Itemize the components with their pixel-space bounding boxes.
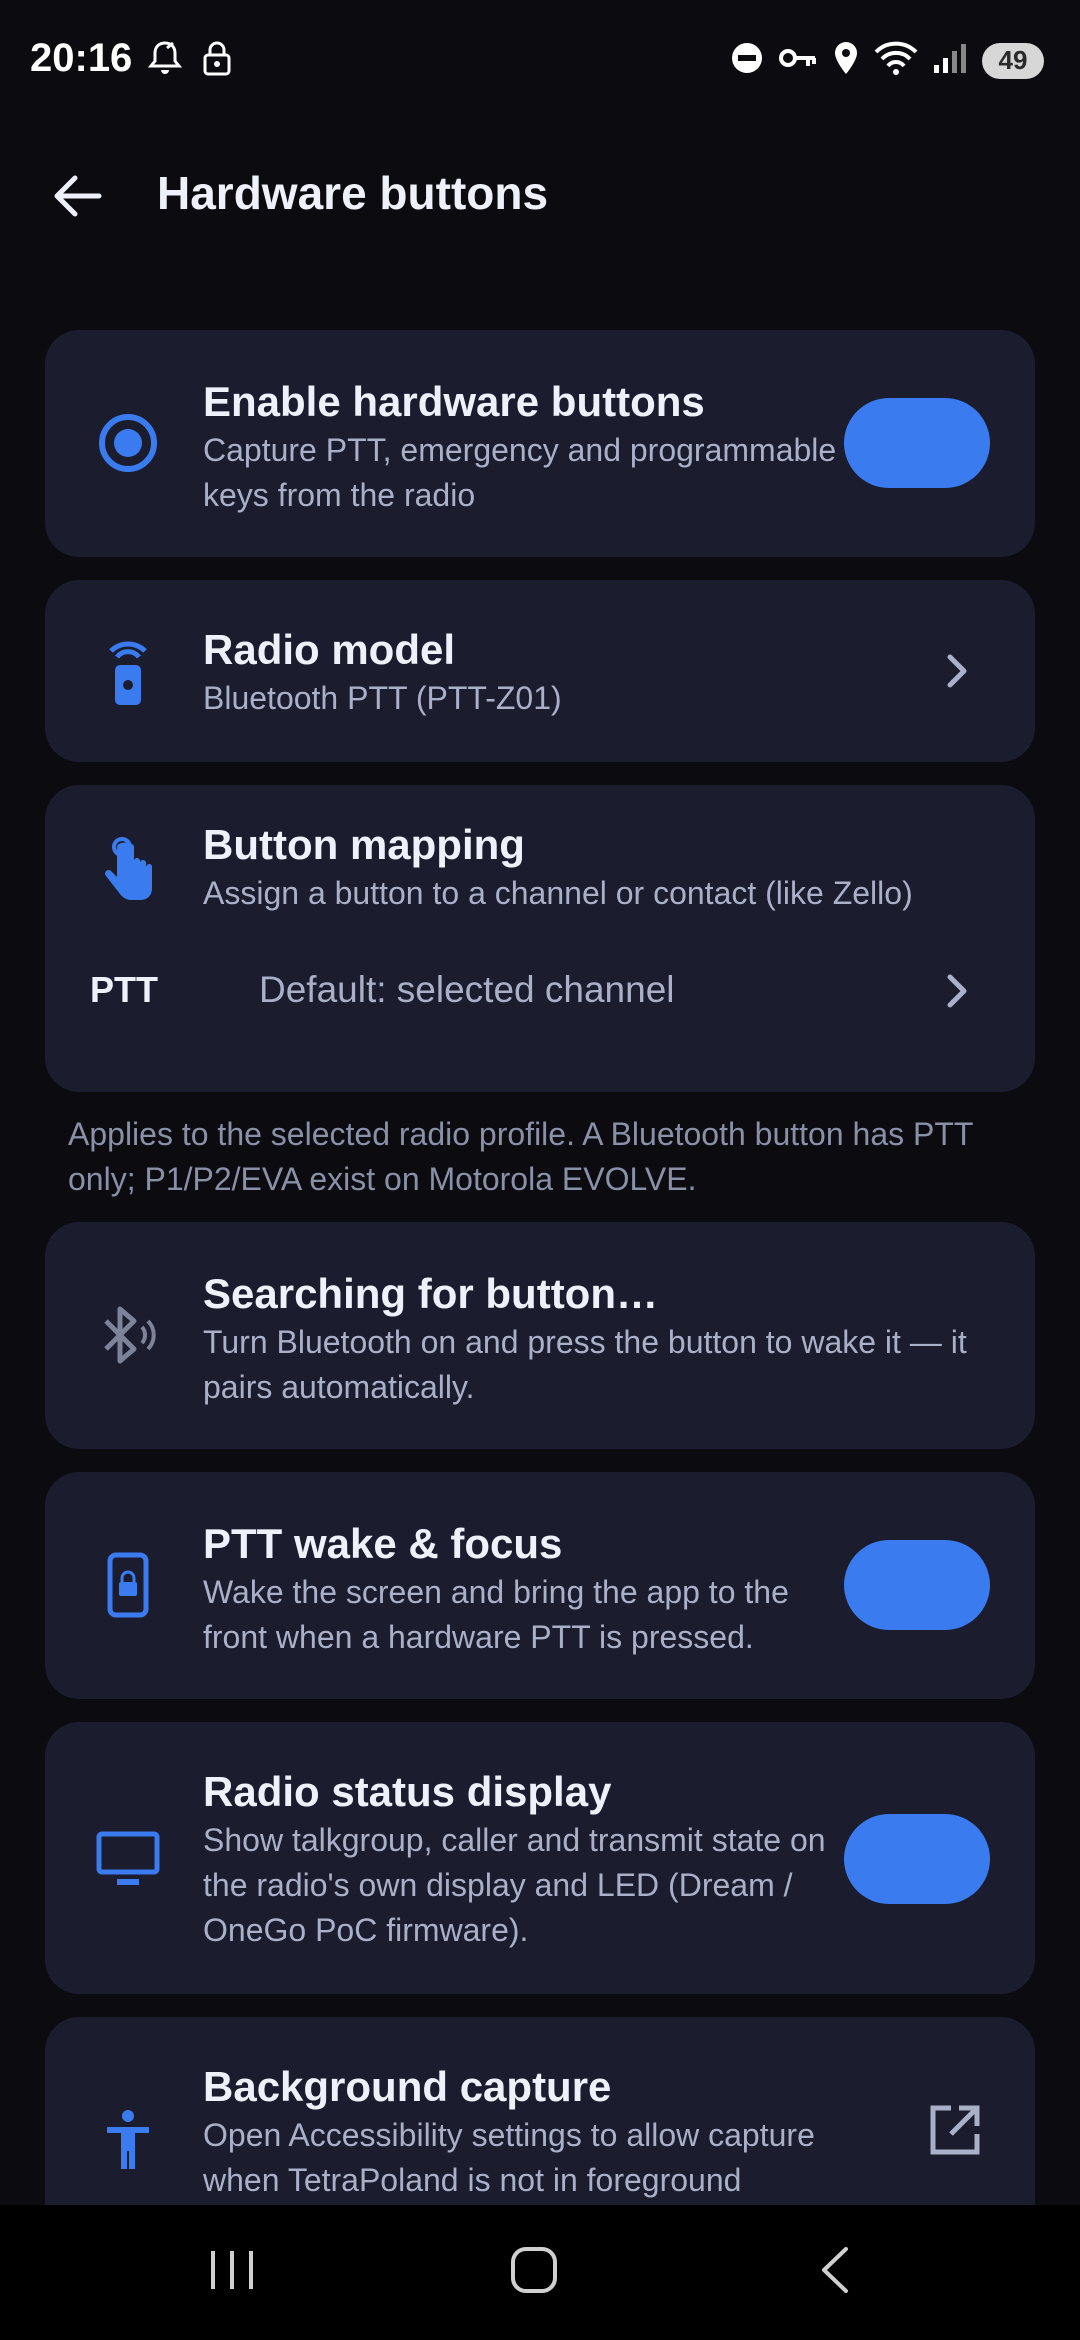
enable-title: Enable hardware buttons xyxy=(203,378,705,425)
enable-hardware-buttons-toggle[interactable] xyxy=(844,398,990,488)
background-capture-title: Background capture xyxy=(203,2063,612,2110)
arrow-back-icon xyxy=(54,175,102,217)
notification-bell-icon xyxy=(147,40,183,81)
status-right-icons: 49 xyxy=(730,40,1044,81)
enable-hardware-buttons-card[interactable]: Enable hardware buttons Capture PTT, eme… xyxy=(45,330,1035,557)
radio-model-subtitle: Bluetooth PTT (PTT-Z01) xyxy=(203,680,562,716)
touch-gesture-icon xyxy=(93,837,163,907)
vpn-key-icon xyxy=(778,43,818,78)
ptt-wake-subtitle: Wake the screen and bring the app to the… xyxy=(203,1574,789,1655)
home-button[interactable] xyxy=(494,2235,574,2305)
accessibility-icon xyxy=(93,2105,163,2175)
recents-icon xyxy=(211,2251,253,2289)
wifi-icon xyxy=(874,40,918,81)
open-external-icon[interactable] xyxy=(927,2102,983,2158)
mapping-row-ptt[interactable]: PTT Default: selected channel xyxy=(45,951,1035,1031)
button-mapping-text: Button mapping Assign a button to a chan… xyxy=(203,819,1013,916)
background-capture-text: Background capture Open Accessibility se… xyxy=(203,2061,883,2203)
signal-icon xyxy=(932,41,968,80)
phone-lock-icon xyxy=(93,1550,163,1620)
back-button[interactable] xyxy=(46,164,110,228)
button-mapping-title: Button mapping xyxy=(203,821,525,868)
monitor-icon xyxy=(93,1824,163,1894)
searching-title: Searching for button… xyxy=(203,1270,658,1317)
nav-back-button[interactable] xyxy=(796,2235,876,2305)
battery-indicator: 49 xyxy=(982,42,1044,79)
searching-subtitle: Turn Bluetooth on and press the button t… xyxy=(203,1324,967,1405)
mapping-value: Default: selected channel xyxy=(259,969,675,1010)
navigation-bar xyxy=(0,2205,1080,2340)
radio-button-icon xyxy=(93,408,163,478)
ptt-wake-text: PTT wake & focus Wake the screen and bri… xyxy=(203,1518,843,1660)
enable-text: Enable hardware buttons Capture PTT, eme… xyxy=(203,376,843,518)
recents-button[interactable] xyxy=(192,2235,272,2305)
app-bar: Hardware buttons xyxy=(0,150,1080,240)
status-time: 20:16 xyxy=(30,36,133,80)
radio-status-card[interactable]: Radio status display Show talkgroup, cal… xyxy=(45,1722,1035,1994)
ptt-wake-toggle[interactable] xyxy=(844,1540,990,1630)
enable-subtitle: Capture PTT, emergency and programmable … xyxy=(203,432,837,513)
page-title: Hardware buttons xyxy=(157,167,549,219)
chevron-right-icon xyxy=(937,971,977,1011)
radio-status-toggle[interactable] xyxy=(844,1814,990,1904)
radio-status-text: Radio status display Show talkgroup, cal… xyxy=(203,1766,843,1953)
profile-note: Applies to the selected radio profile. A… xyxy=(68,1116,973,1197)
radio-model-card[interactable]: Radio model Bluetooth PTT (PTT-Z01) xyxy=(45,580,1035,762)
location-icon xyxy=(832,40,860,81)
do-not-disturb-icon xyxy=(730,41,764,80)
lock-icon xyxy=(202,40,232,81)
back-icon xyxy=(822,2247,848,2293)
radio-model-title: Radio model xyxy=(203,626,456,673)
background-capture-subtitle: Open Accessibility settings to allow cap… xyxy=(203,2117,815,2198)
radio-status-subtitle: Show talkgroup, caller and transmit stat… xyxy=(203,1822,826,1948)
home-icon xyxy=(511,2247,557,2293)
radio-device-icon xyxy=(93,636,163,706)
radio-model-text: Radio model Bluetooth PTT (PTT-Z01) xyxy=(203,624,923,721)
searching-card: Searching for button… Turn Bluetooth on … xyxy=(45,1222,1035,1449)
status-left-icons xyxy=(147,40,232,81)
radio-status-title: Radio status display xyxy=(203,1768,612,1815)
searching-text: Searching for button… Turn Bluetooth on … xyxy=(203,1268,1003,1410)
ptt-wake-card[interactable]: PTT wake & focus Wake the screen and bri… xyxy=(45,1472,1035,1699)
status-bar: 20:16 49 xyxy=(0,0,1080,120)
button-mapping-card: Button mapping Assign a button to a chan… xyxy=(45,785,1035,1092)
chevron-right-icon xyxy=(937,651,977,691)
ptt-wake-title: PTT wake & focus xyxy=(203,1520,563,1567)
bluetooth-searching-icon xyxy=(93,1300,163,1370)
mapping-key: PTT xyxy=(90,969,158,1010)
button-mapping-subtitle: Assign a button to a channel or contact … xyxy=(203,875,913,911)
